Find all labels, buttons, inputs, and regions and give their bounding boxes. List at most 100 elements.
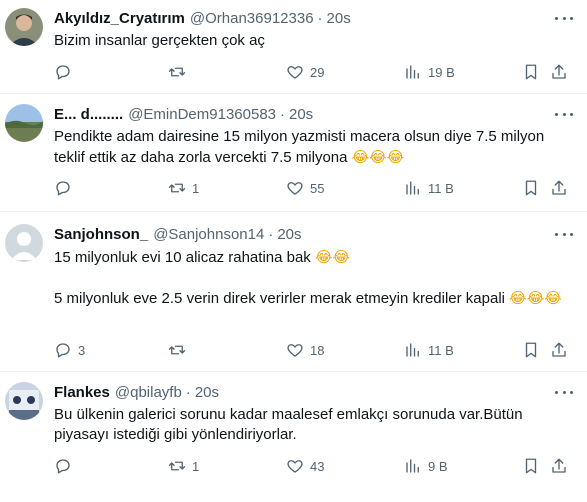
like-button[interactable]: 18	[286, 341, 324, 359]
share-icon	[552, 458, 566, 473]
reply-count: 3	[78, 342, 86, 358]
reply-button[interactable]	[54, 63, 78, 81]
views-button[interactable]: 11 B	[404, 341, 454, 359]
timestamp[interactable]: 20s	[327, 10, 351, 27]
bookmark-button[interactable]	[522, 179, 540, 197]
tweet-actions: 29 19 B	[54, 62, 573, 82]
bookmark-icon	[525, 64, 537, 80]
more-options-icon[interactable]	[555, 386, 573, 398]
tweet[interactable]: Sanjohnson_ @Sanjohnson14 · 20s 15 milyo…	[0, 212, 587, 372]
separator-dot: ·	[185, 383, 191, 401]
retweet-icon	[168, 183, 186, 193]
views-button[interactable]: 19 B	[404, 63, 455, 81]
emoji-laugh: 😂😂😂	[509, 289, 562, 307]
reply-button[interactable]	[54, 457, 78, 475]
tweet-header: Flankes @qbilayfb · 20s	[54, 382, 573, 402]
avatar[interactable]	[5, 224, 43, 262]
retweet-icon	[168, 461, 186, 471]
tweet[interactable]: E... d........ @EminDem91360583 · 20s Pe…	[0, 94, 587, 212]
bookmark-icon	[525, 342, 537, 358]
timestamp[interactable]: 20s	[195, 384, 219, 401]
share-button[interactable]	[550, 341, 568, 359]
share-button[interactable]	[550, 63, 568, 81]
reply-icon	[56, 181, 70, 196]
retweet-icon	[168, 345, 186, 355]
like-button[interactable]: 43	[286, 457, 324, 475]
reply-icon	[56, 459, 70, 474]
views-button[interactable]: 11 B	[404, 179, 454, 197]
tweet[interactable]: Akyıldız_Cryatırım @Orhan36912336 · 20s …	[0, 0, 587, 94]
heart-icon	[287, 460, 303, 473]
view-count: 9 B	[428, 458, 448, 474]
view-count: 11 B	[428, 180, 454, 196]
more-options-icon[interactable]	[555, 12, 573, 24]
separator-dot: ·	[280, 105, 285, 123]
share-icon	[552, 342, 566, 357]
more-options-icon[interactable]	[555, 228, 573, 240]
user-handle[interactable]: @EminDem91360583	[128, 106, 276, 123]
avatar[interactable]	[5, 382, 43, 420]
retweet-button[interactable]: 1	[168, 179, 199, 197]
view-count: 11 B	[428, 342, 454, 358]
retweet-icon	[168, 67, 186, 77]
like-count: 55	[310, 180, 325, 196]
display-name[interactable]: Sanjohnson_	[54, 226, 148, 243]
like-count: 18	[310, 342, 325, 358]
separator-dot: ·	[268, 225, 274, 243]
share-icon	[552, 180, 566, 195]
bookmark-button[interactable]	[522, 341, 540, 359]
user-handle[interactable]: @Sanjohnson14	[153, 226, 264, 243]
tweet-header: Sanjohnson_ @Sanjohnson14 · 20s	[54, 224, 573, 244]
share-button[interactable]	[550, 457, 568, 475]
share-button[interactable]	[550, 179, 568, 197]
avatar[interactable]	[5, 8, 43, 46]
like-button[interactable]: 29	[286, 63, 324, 81]
tweet[interactable]: Flankes @qbilayfb · 20s Bu ülkenin galer…	[0, 372, 587, 498]
tweet-actions: 1 43 9 B	[54, 456, 573, 476]
timestamp[interactable]: 20s	[277, 226, 301, 243]
timestamp[interactable]: 20s	[289, 106, 313, 123]
display-name[interactable]: Flankes	[54, 384, 110, 401]
display-name[interactable]: Akyıldız_Cryatırım	[54, 10, 185, 27]
retweet-button[interactable]: 1	[168, 457, 199, 475]
like-button[interactable]: 55	[286, 179, 324, 197]
reply-button[interactable]	[54, 179, 78, 197]
tweet-actions: 3 18 11 B	[54, 340, 573, 360]
view-count: 19 B	[428, 64, 455, 80]
retweet-count: 1	[192, 458, 200, 474]
tweet-text: Pendikte adam dairesine 15 milyon yazmis…	[54, 127, 573, 168]
share-icon	[552, 64, 566, 79]
reply-button[interactable]: 3	[54, 341, 85, 359]
emoji-laugh: 😂😂😂	[351, 148, 405, 166]
retweet-count: 1	[192, 180, 200, 196]
heart-icon	[287, 182, 303, 195]
tweet-header: E... d........ @EminDem91360583 · 20s	[54, 104, 573, 124]
tweet-text-segment: Bizim insanlar gerçekten çok aç	[54, 32, 265, 49]
tweet-text-segment: 5 milyonluk eve 2.5 verin direk verirler…	[54, 290, 510, 307]
tweet-header: Akyıldız_Cryatırım @Orhan36912336 · 20s	[54, 8, 573, 28]
analytics-icon	[406, 181, 419, 195]
like-count: 29	[310, 64, 325, 80]
separator-dot: ·	[317, 9, 323, 27]
bookmark-button[interactable]	[522, 63, 540, 81]
analytics-icon	[406, 65, 419, 79]
tweet-text: 15 milyonluk evi 10 alicaz rahatina bak …	[54, 247, 573, 309]
user-handle[interactable]: @qbilayfb	[115, 384, 182, 401]
bookmark-icon	[525, 180, 537, 196]
display-name[interactable]: E... d........	[54, 106, 123, 123]
tweet-text: Bu ülkenin galerici sorunu kadar maalese…	[54, 405, 573, 445]
avatar[interactable]	[5, 104, 43, 142]
reply-icon	[56, 343, 70, 358]
analytics-icon	[406, 459, 419, 473]
retweet-button[interactable]	[168, 341, 192, 359]
tweet-text-segment: Pendikte adam dairesine 15 milyon yazmis…	[54, 128, 545, 166]
more-options-icon[interactable]	[555, 108, 573, 120]
bookmark-button[interactable]	[522, 457, 540, 475]
tweet-text-segment: Bu ülkenin galerici sorunu kadar maalese…	[54, 406, 523, 443]
heart-icon	[287, 66, 303, 79]
retweet-button[interactable]	[168, 63, 192, 81]
tweet-feed: Akyıldız_Cryatırım @Orhan36912336 · 20s …	[0, 0, 587, 502]
user-handle[interactable]: @Orhan36912336	[190, 10, 314, 27]
views-button[interactable]: 9 B	[404, 457, 448, 475]
heart-icon	[287, 344, 303, 357]
